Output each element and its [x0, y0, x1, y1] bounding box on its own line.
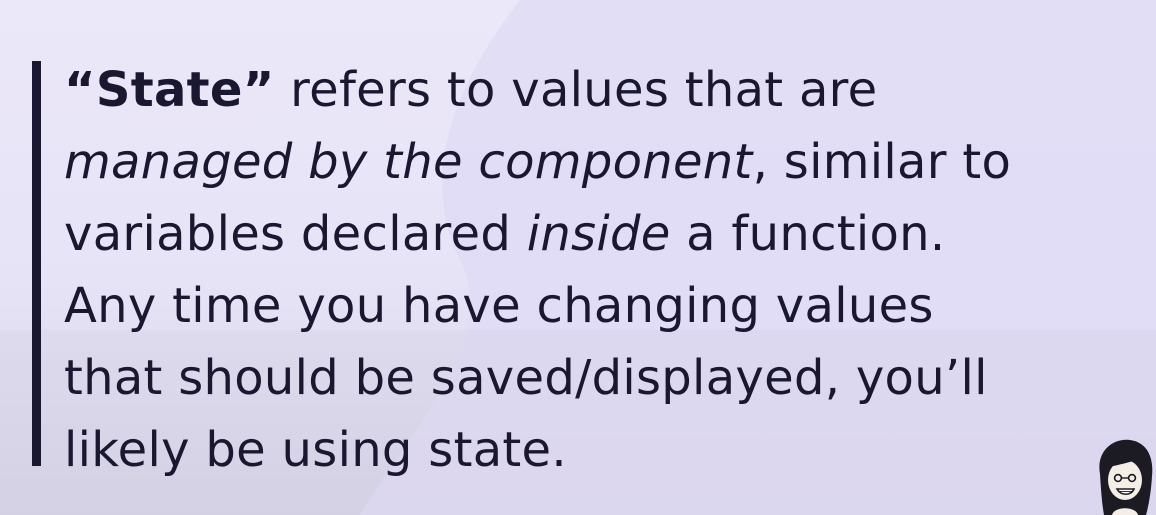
quote-line-1-rest: refers to values that are — [274, 62, 878, 118]
quote-line-2: managed by the component, similar to — [64, 126, 1124, 198]
quote-line-3-after: a function. — [670, 206, 946, 262]
quote-line-3: variables declared inside a function. — [64, 198, 1124, 270]
presenter-avatar-icon — [1099, 439, 1153, 515]
quote-line-6: likely be using state. — [64, 422, 567, 478]
state-definition-quote: “State” refers to values that are manage… — [64, 54, 1124, 486]
quote-line-2-rest: , similar to — [752, 134, 1012, 190]
state-term: “State” — [64, 62, 275, 118]
quote-bar — [32, 61, 41, 466]
slide: “State” refers to values that are manage… — [0, 0, 1156, 515]
quote-line-4: Any time you have changing values — [64, 278, 934, 334]
quote-line-5: that should be saved/displayed, you’ll — [64, 350, 988, 406]
inside-emphasis: inside — [526, 206, 671, 262]
quote-line-1: “State” refers to values that are — [64, 54, 1124, 126]
managed-emphasis: managed by the component — [64, 134, 753, 190]
quote-line-3-before: variables declared — [64, 206, 527, 262]
